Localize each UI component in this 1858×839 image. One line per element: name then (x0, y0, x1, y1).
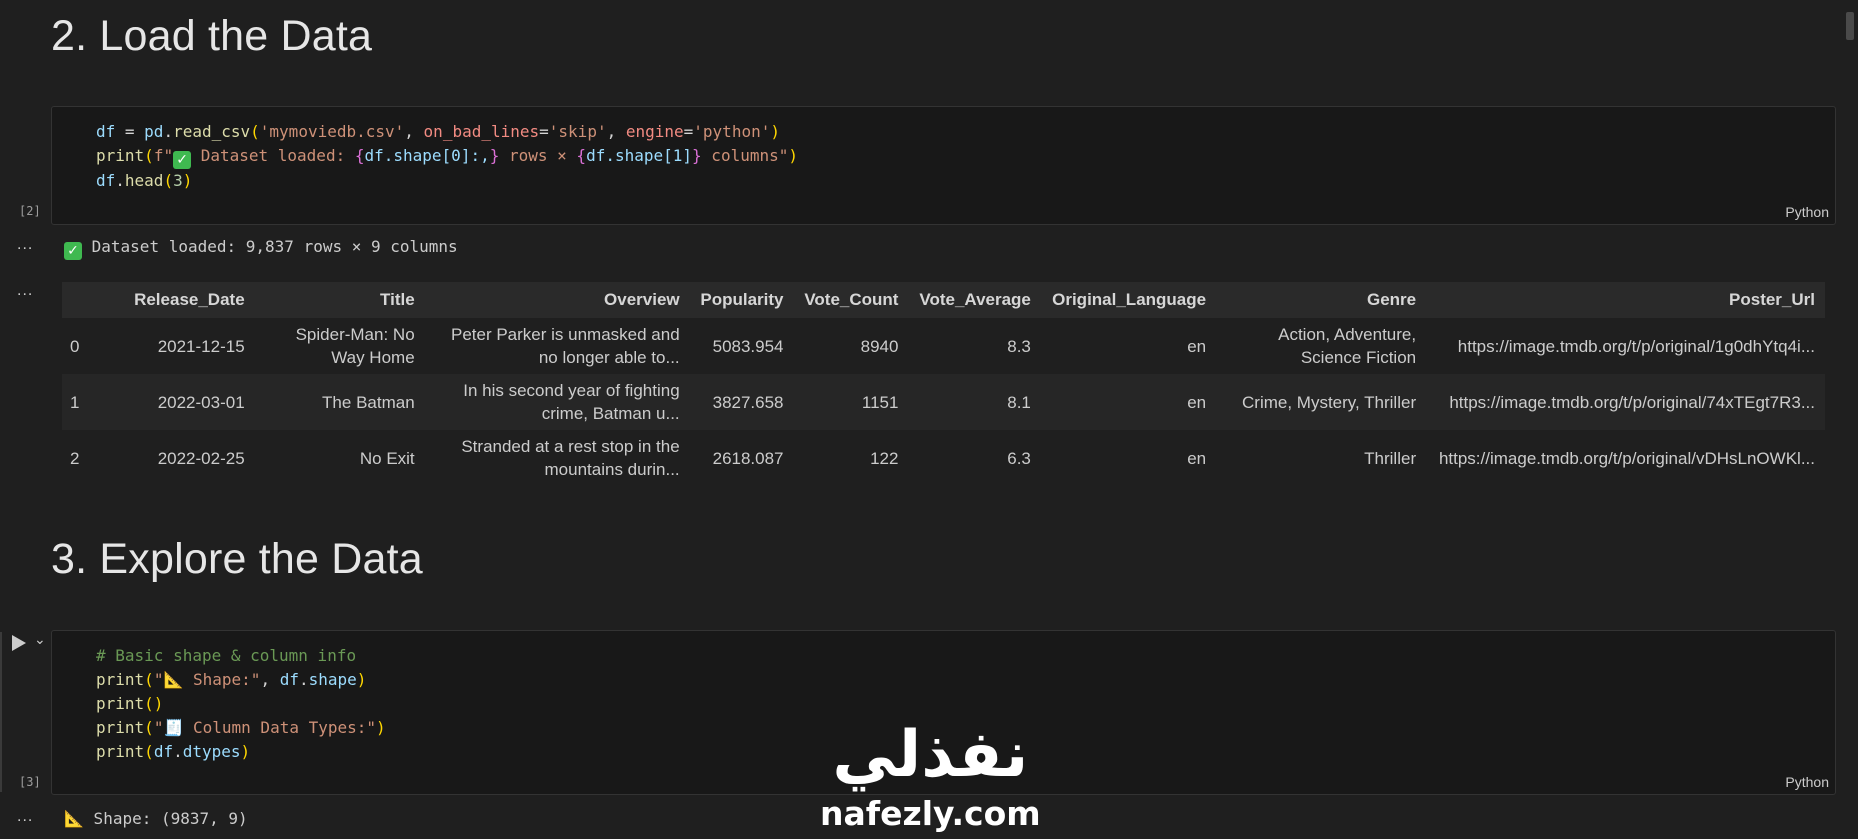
table-cell: 2022-02-25 (89, 430, 255, 486)
watermark-logo: نفذلي nafezly.com (820, 720, 1041, 833)
table-cell: 2618.087 (689, 430, 794, 486)
table-cell: Crime, Mystery, Thriller (1216, 374, 1427, 430)
output-menu-dots[interactable]: ... (17, 236, 33, 254)
watermark-latin: nafezly.com (820, 794, 1041, 833)
section-heading-load: 2. Load the Data (51, 12, 373, 60)
table-cell: en (1040, 430, 1217, 486)
output-message: 📐 Shape: (9837, 9) (64, 809, 248, 828)
column-header: Original_Language (1040, 282, 1217, 318)
code-line-5: print(df.dtypes) (96, 742, 251, 761)
column-header: Popularity (689, 282, 794, 318)
check-icon: ✓ (173, 151, 192, 169)
table-cell: 122 (793, 430, 909, 486)
column-header: Vote_Count (793, 282, 909, 318)
table-cell: Action, Adventure, Science Fiction (1216, 318, 1427, 374)
cell-focus-bar (0, 632, 2, 792)
chevron-down-icon[interactable]: ⌄ (34, 631, 46, 648)
column-header: Overview (424, 282, 690, 318)
code-editor[interactable]: df = pd.read_csv('mymoviedb.csv', on_bad… (96, 120, 798, 193)
table-cell: 6.3 (908, 430, 1041, 486)
table-cell: The Batman (254, 374, 425, 430)
column-header: Release_Date (89, 282, 255, 318)
execution-count: [2] (19, 204, 41, 218)
table-cell: 2021-12-15 (89, 318, 255, 374)
code-line-1: df = pd.read_csv('mymoviedb.csv', on_bad… (96, 122, 780, 141)
table-cell: 2022-03-01 (89, 374, 255, 430)
code-line-4: print("🧾 Column Data Types:") (96, 718, 386, 737)
scrollbar-thumb[interactable] (1846, 12, 1854, 40)
table-cell: 8.3 (908, 318, 1041, 374)
table-cell: Spider-Man: No Way Home (254, 318, 425, 374)
table-cell: 5083.954 (689, 318, 794, 374)
row-index: 1 (62, 374, 90, 430)
watermark-arabic: نفذلي (832, 718, 1029, 792)
code-line-2: print(f" ✓ Dataset loaded: {df.shape[0]:,… (96, 146, 799, 169)
table-header-row: Release_Date Title Overview Popularity V… (62, 282, 1825, 318)
language-label[interactable]: Python (1785, 204, 1829, 220)
column-header: Genre (1216, 282, 1427, 318)
code-line-3: print() (96, 694, 164, 713)
table-cell: Stranded at a rest stop in the mountains… (424, 430, 690, 486)
check-icon: ✓ (64, 242, 82, 260)
column-header (62, 282, 90, 318)
row-index: 2 (62, 430, 90, 486)
table-cell: In his second year of fighting crime, Ba… (424, 374, 690, 430)
table-cell: 8940 (793, 318, 909, 374)
section-heading-explore: 3. Explore the Data (51, 535, 423, 583)
table-cell: https://image.tmdb.org/t/p/original/1g0d… (1426, 318, 1825, 374)
run-cell-icon[interactable] (12, 635, 26, 651)
table-cell: Thriller (1216, 430, 1427, 486)
code-cell-load[interactable]: df = pd.read_csv('mymoviedb.csv', on_bad… (51, 106, 1836, 225)
code-editor[interactable]: # Basic shape & column info print("📐 Sha… (96, 644, 386, 764)
column-header: Title (254, 282, 425, 318)
column-header: Vote_Average (908, 282, 1041, 318)
output-menu-dots[interactable]: ... (17, 282, 33, 300)
code-comment: # Basic shape & column info (96, 646, 357, 665)
language-label[interactable]: Python (1785, 774, 1829, 790)
table-row: 2 2022-02-25 No Exit Stranded at a rest … (62, 430, 1825, 486)
output-message: Dataset loaded: 9,837 rows × 9 columns (91, 237, 458, 256)
row-index: 0 (62, 318, 90, 374)
table-row: 1 2022-03-01 The Batman In his second ye… (62, 374, 1825, 430)
table-cell: 3827.658 (689, 374, 794, 430)
output-menu-dots[interactable]: ... (17, 808, 33, 826)
table-cell: https://image.tmdb.org/t/p/original/74xT… (1426, 374, 1825, 430)
table-row: 0 2021-12-15 Spider-Man: No Way Home Pet… (62, 318, 1825, 374)
output-line: ✓ Dataset loaded: 9,837 rows × 9 columns (64, 237, 458, 260)
table-cell: Peter Parker is unmasked and no longer a… (424, 318, 690, 374)
code-line-2: print("📐 Shape:", df.shape) (96, 670, 367, 689)
table-cell: 1151 (793, 374, 909, 430)
dataframe-table: Release_Date Title Overview Popularity V… (62, 282, 1825, 486)
table-cell: 8.1 (908, 374, 1041, 430)
table-cell: en (1040, 374, 1217, 430)
code-line-3: df.head(3) (96, 171, 193, 190)
column-header: Poster_Url (1426, 282, 1825, 318)
table-cell: https://image.tmdb.org/t/p/original/vDHs… (1426, 430, 1825, 486)
table-cell: en (1040, 318, 1217, 374)
execution-count: [3] (19, 775, 41, 789)
table-cell: No Exit (254, 430, 425, 486)
